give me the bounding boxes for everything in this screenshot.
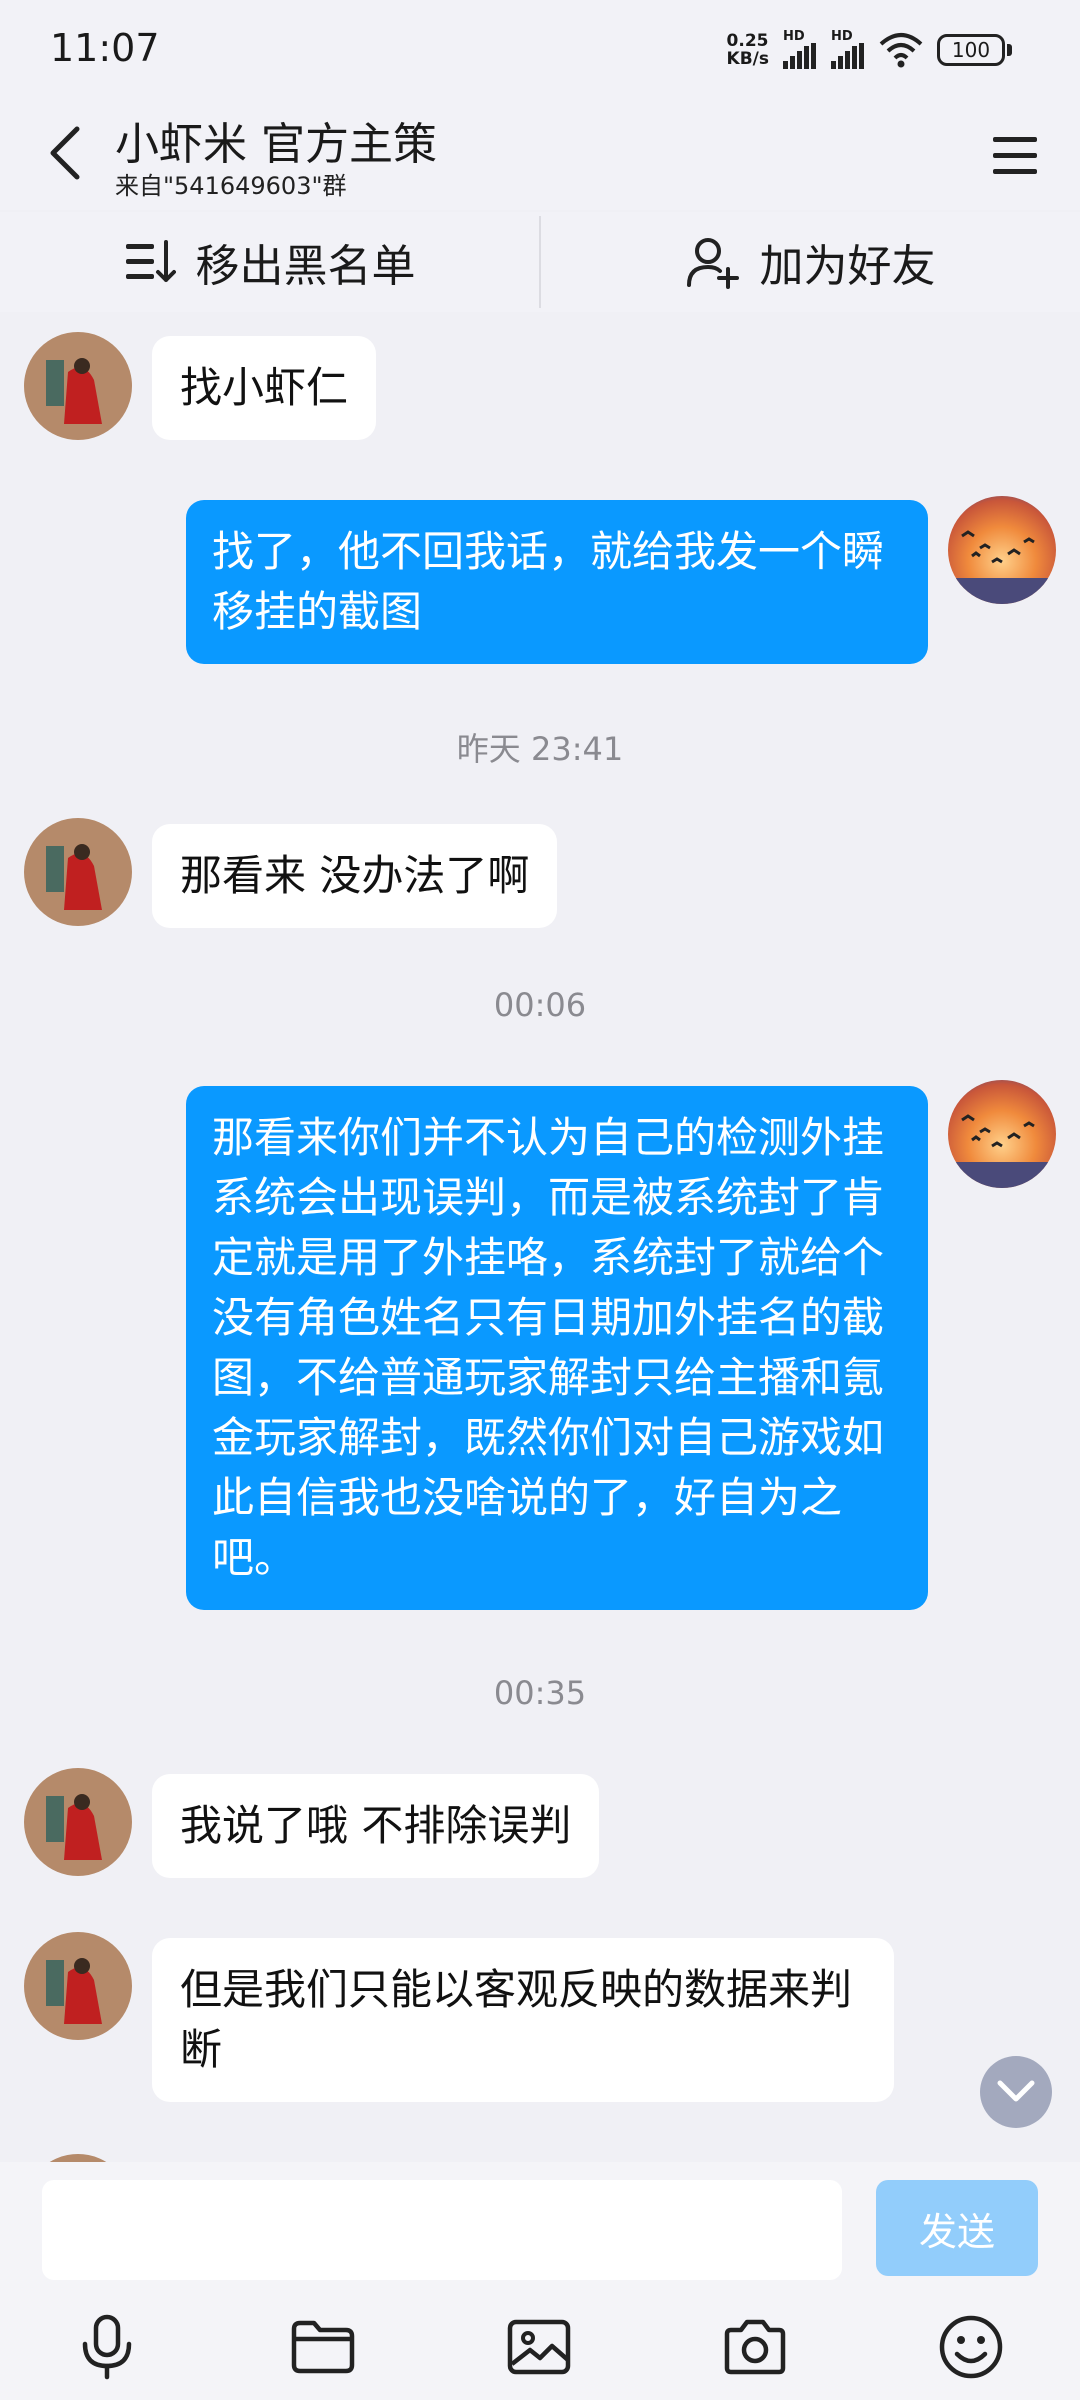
message-input[interactable] [42,2180,842,2280]
network-speed-value: 0.25 [726,30,769,51]
emoji-icon [939,2315,1003,2379]
back-button[interactable] [30,118,100,188]
sim2-hd-tag: HD [831,29,853,44]
add-friend-button[interactable]: 加为好友 [541,212,1080,312]
add-user-icon [686,238,739,289]
chat-message-list[interactable]: 找小虾仁 找了，他不回我话，就给我发一个瞬移挂的截图 昨天 23:41 那看来 … [0,312,1080,2162]
camera-button[interactable] [710,2302,800,2392]
file-button[interactable] [278,2302,368,2392]
network-speed-unit: KB/s [726,48,769,69]
voice-button[interactable] [62,2302,152,2392]
chevron-left-icon [50,126,80,180]
contact-avatar[interactable] [24,1932,132,2040]
status-icons: 0.25 KB/s HD HD 100 [727,30,1012,69]
emoji-button[interactable] [926,2302,1016,2392]
sim1-hd-tag: HD [783,29,805,44]
message-timestamp: 00:35 [493,1674,587,1712]
sim2-signal-icon: HD [831,30,865,69]
incoming-message-bubble[interactable]: 但是我们只能以客观反映的数据来判断 [152,1938,894,2102]
outgoing-message-bubble[interactable]: 找了，他不回我话，就给我发一个瞬移挂的截图 [186,500,928,664]
list-sort-icon [125,240,176,282]
chevron-down-icon [997,2080,1035,2102]
chat-subtitle: 来自"541649603"群 [115,172,347,200]
folder-icon [291,2320,355,2374]
scroll-to-bottom-button[interactable] [980,2056,1052,2128]
chat-header: 小虾米 官方主策 来自"541649603"群 [0,100,1080,210]
add-friend-label: 加为好友 [759,241,936,292]
sim1-signal-icon: HD [783,30,817,69]
battery-icon: 100 [937,33,1012,66]
incoming-message-bubble[interactable]: 找小虾仁 [152,336,377,440]
incoming-message-bubble[interactable]: 我说了哦 不排除误判 [152,1774,600,1878]
image-icon [507,2319,571,2375]
outgoing-message-bubble[interactable]: 那看来你们并不认为自己的检测外挂系统会出现误判，而是被系统封了肯定就是用了外挂咯… [186,1086,928,1610]
input-bar: 发送 [0,2162,1080,2400]
camera-icon [724,2319,786,2375]
wifi-icon [879,32,923,67]
menu-button[interactable] [980,120,1050,190]
hamburger-menu-icon [993,137,1037,174]
network-speed: 0.25 KB/s [727,32,769,68]
input-toolbar [0,2302,1080,2392]
contact-avatar[interactable] [24,818,132,926]
contact-avatar[interactable] [24,2154,132,2162]
action-bar: 移出黑名单 加为好友 [0,212,1080,312]
contact-avatar[interactable] [24,332,132,440]
incoming-message-bubble[interactable]: 那看来 没办法了啊 [152,824,558,928]
status-time: 11:07 [50,26,160,70]
microphone-icon [82,2314,132,2380]
chat-title: 小虾米 官方主策 [115,119,437,170]
remove-blacklist-label: 移出黑名单 [195,241,416,292]
message-timestamp: 昨天 23:41 [456,730,624,768]
status-bar: 11:07 0.25 KB/s HD HD 100 [0,0,1080,100]
image-button[interactable] [494,2302,584,2392]
my-avatar[interactable] [948,1080,1056,1188]
remove-blacklist-button[interactable]: 移出黑名单 [0,212,539,312]
battery-level: 100 [937,33,1005,66]
send-button[interactable]: 发送 [876,2180,1038,2276]
contact-avatar[interactable] [24,1768,132,1876]
my-avatar[interactable] [948,496,1056,604]
message-timestamp: 00:06 [493,986,587,1024]
